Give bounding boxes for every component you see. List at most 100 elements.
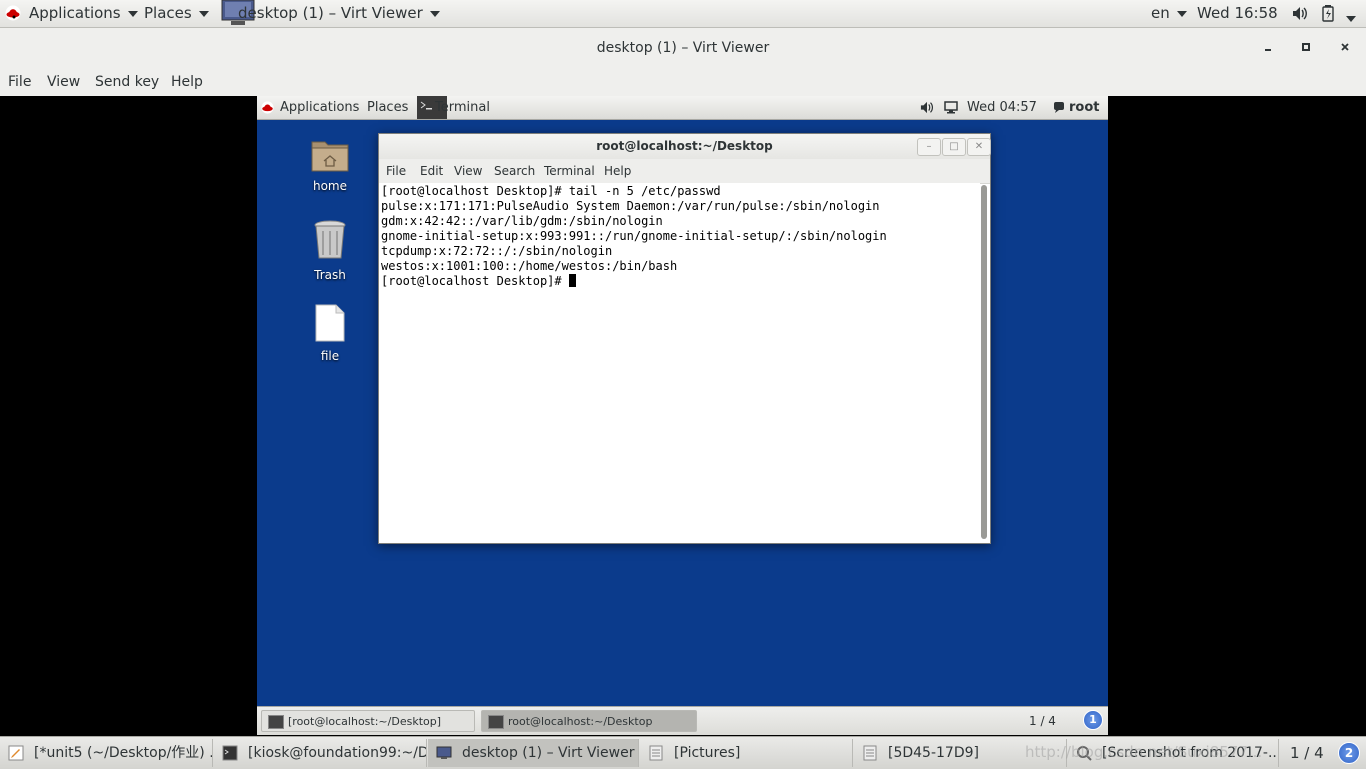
guest-top-panel: Applications Places Terminal Wed 04:57 r… (257, 96, 1108, 120)
maximize-icon (1302, 43, 1310, 51)
terminal-minimize-button[interactable]: – (917, 138, 941, 156)
guest-task-terminal-1[interactable]: [root@localhost:~/Desktop] (261, 710, 475, 732)
chevron-down-icon (127, 10, 138, 17)
minimize-button[interactable] (1256, 36, 1280, 60)
trash-icon (314, 220, 346, 259)
guest-task-terminal-2[interactable]: root@localhost:~/Desktop (481, 710, 697, 732)
chevron-down-icon (198, 10, 209, 17)
terminal-menu-edit[interactable]: Edit (420, 159, 443, 183)
guest-places-menu[interactable]: Places (367, 96, 408, 119)
redhat-logo-icon (5, 5, 21, 25)
terminal-menu-terminal[interactable]: Terminal (544, 159, 595, 183)
host-task-editor[interactable]: [*unit5 (~/Desktop/作业) ... (0, 739, 213, 767)
places-menu[interactable]: Places (144, 0, 209, 27)
watermark: http://blog.csdn.net/Suxi8577... (1025, 743, 1263, 761)
menu-view[interactable]: View (47, 68, 80, 96)
battery-icon[interactable] (1322, 5, 1334, 26)
volume-icon[interactable] (1292, 6, 1308, 25)
terminal-close-button[interactable]: ✕ (967, 138, 991, 156)
viewer-menubar: File View Send key Help (0, 68, 1366, 97)
terminal-line: pulse:x:171:171:PulseAudio System Daemon… (381, 199, 880, 213)
guest-bottom-panel: [root@localhost:~/Desktop] root@localhos… (257, 706, 1108, 735)
terminal-menu-help[interactable]: Help (604, 159, 631, 183)
terminal-line: [root@localhost Desktop]# tail -n 5 /etc… (381, 184, 721, 198)
chevron-down-icon (1176, 10, 1187, 17)
guest-desktop[interactable]: Applications Places Terminal Wed 04:57 r… (257, 96, 1108, 735)
close-icon (1341, 43, 1349, 51)
applications-menu[interactable]: Applications (29, 0, 138, 27)
desktop-icon-label: Trash (314, 268, 346, 282)
guest-clock[interactable]: Wed 04:57 (967, 96, 1037, 119)
viewer-titlebar: desktop (1) – Virt Viewer (0, 28, 1366, 68)
terminal-icon (222, 745, 238, 761)
menu-file[interactable]: File (8, 68, 31, 96)
file-manager-icon (649, 745, 663, 761)
host-task-label: [kiosk@foundation99:~/D... (248, 745, 427, 761)
host-task-label: [Pictures] (674, 745, 741, 761)
guest-workspace-indicator[interactable]: 1 / 4 (1029, 707, 1089, 735)
terminal-menu-view[interactable]: View (454, 159, 482, 183)
redhat-logo-icon (261, 101, 274, 118)
host-workspace-indicator[interactable]: 1 / 4 (1290, 737, 1324, 769)
virt-viewer-icon (436, 746, 452, 759)
terminal-prompt: [root@localhost Desktop]# (381, 274, 569, 288)
menu-help[interactable]: Help (171, 68, 203, 96)
host-task-virt-viewer[interactable]: desktop (1) – Virt Viewer (428, 739, 639, 767)
minimize-icon (1265, 49, 1271, 51)
chevron-down-icon (429, 10, 440, 17)
terminal-line: tcpdump:x:72:72::/:/sbin/nologin (381, 244, 613, 258)
home-folder-icon (311, 141, 349, 172)
guest-notification-badge[interactable]: 1 (1083, 710, 1103, 730)
host-task-label: [5D45-17D9] (888, 745, 979, 761)
terminal-scrollbar[interactable] (981, 185, 987, 539)
terminal-icon (488, 715, 504, 729)
maximize-icon: □ (949, 141, 959, 152)
desktop-icon-label: file (320, 349, 340, 363)
clock[interactable]: Wed 16:58 (1197, 0, 1278, 27)
host-task-terminal[interactable]: [kiosk@foundation99:~/D... (214, 739, 427, 767)
terminal-maximize-button[interactable]: □ (942, 138, 966, 156)
terminal-output[interactable]: [root@localhost Desktop]# tail -n 5 /etc… (379, 183, 980, 543)
terminal-menubar: File Edit View Search Terminal Help (379, 159, 990, 184)
terminal-line: gdm:x:42:42::/var/lib/gdm:/sbin/nologin (381, 214, 663, 228)
terminal-line: gnome-initial-setup:x:993:991::/run/gnom… (381, 229, 887, 243)
guest-task-label: root@localhost:~/Desktop (508, 715, 653, 728)
guest-user-menu[interactable]: root (1069, 96, 1100, 119)
host-task-pictures[interactable]: [Pictures] (640, 739, 853, 767)
language-selector[interactable]: en (1151, 0, 1187, 27)
guest-terminal-menu[interactable]: Terminal (435, 96, 490, 119)
desktop-icon-trash[interactable]: Trash (295, 219, 365, 282)
host-task-label: desktop (1) – Virt Viewer (462, 745, 635, 761)
close-icon: ✕ (974, 141, 984, 152)
menu-send-key[interactable]: Send key (95, 68, 159, 96)
terminal-menu-file[interactable]: File (386, 159, 406, 183)
minimize-icon: – (926, 141, 932, 152)
text-editor-icon (8, 745, 24, 761)
viewer-title: desktop (1) – Virt Viewer (596, 40, 770, 56)
system-menu-chevron-icon[interactable] (1346, 11, 1356, 27)
file-icon (315, 304, 345, 342)
host-task-label: [*unit5 (~/Desktop/作业) ... (34, 745, 213, 761)
desktop-icon-label: home (312, 179, 348, 193)
close-button[interactable] (1333, 36, 1357, 60)
window-list-menu[interactable]: desktop (1) – Virt Viewer (238, 0, 440, 27)
guest-task-label: [root@localhost:~/Desktop] (288, 715, 442, 728)
user-icon (1053, 101, 1065, 117)
host-top-panel: Applications Places desktop (1) – Virt V… (0, 0, 1366, 28)
terminal-icon (268, 715, 284, 729)
guest-applications-menu[interactable]: Applications (280, 96, 359, 119)
terminal-window[interactable]: root@localhost:~/Desktop – □ ✕ File Edit… (378, 133, 991, 544)
terminal-line: westos:x:1001:100::/home/westos:/bin/bas… (381, 259, 678, 273)
desktop-icon-file[interactable]: file (295, 304, 365, 363)
terminal-menu-search[interactable]: Search (494, 159, 535, 183)
terminal-prompt-line[interactable]: [root@localhost Desktop]# (381, 274, 576, 289)
host-taskbar: [*unit5 (~/Desktop/作业) ... [kiosk@founda… (0, 736, 1366, 769)
maximize-button[interactable] (1294, 36, 1318, 60)
host-notification-badge[interactable]: 2 (1338, 742, 1360, 764)
terminal-title: root@localhost:~/Desktop (379, 134, 990, 159)
desktop-icon-home[interactable]: home (295, 138, 365, 193)
volume-icon[interactable] (920, 101, 934, 118)
text-cursor (568, 274, 576, 287)
file-manager-icon (863, 745, 877, 761)
network-icon[interactable] (944, 101, 958, 118)
